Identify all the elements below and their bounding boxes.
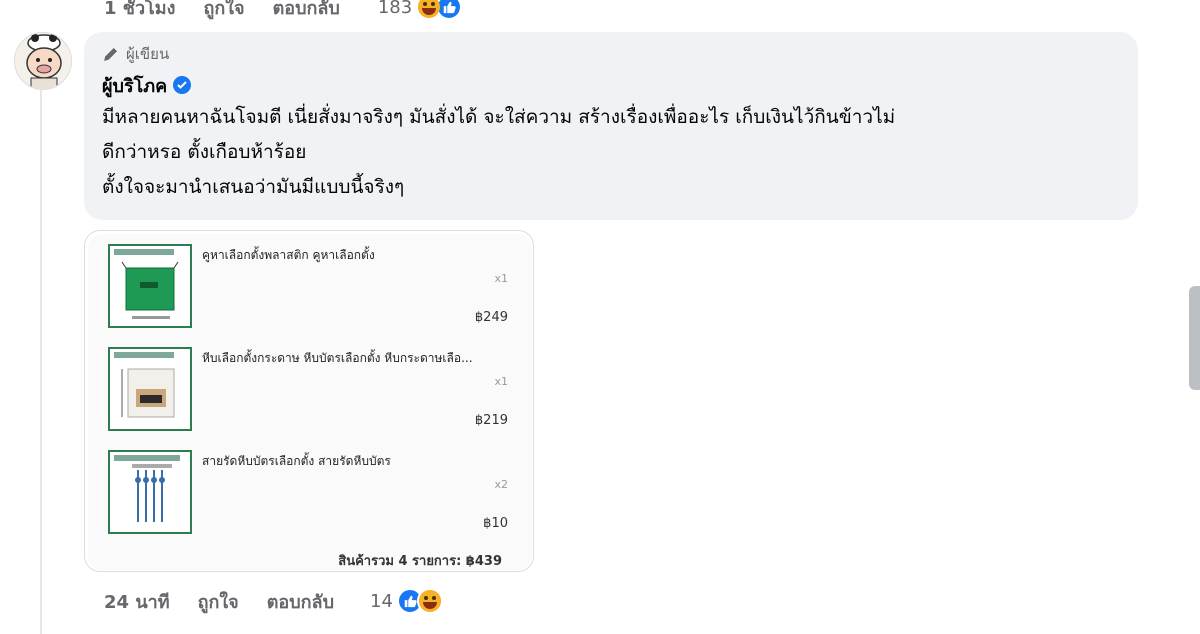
comment-time[interactable]: 24 นาที [104,587,170,616]
order-item: สายรัดหีบบัตรเลือกตั้ง สายรัดหีบบัตร x2 … [106,450,518,546]
item-name: หีบเลือกตั้งกระดาษ หีบบัตรเลือกตั้ง หีบก… [202,351,473,365]
comment-line-2: ดีกว่าหรอ ตั้งเกือบห้าร้อย [102,141,307,163]
thread-line [40,90,42,634]
item-name: คูหาเลือกตั้งพลาสติก คูหาเลือกตั้ง [202,248,375,262]
item-price: ฿249 [474,310,508,325]
avatar[interactable] [14,32,72,90]
top-reply-link[interactable]: ตอบกลับ [273,0,340,22]
ballot-box-seal-straps-thumbnail [108,450,192,534]
top-reactions[interactable] [416,0,463,20]
item-qty: x2 [494,478,508,491]
top-comment-actions: 1 ชั่วโมง ถูกใจ ตอบกลับ 183 [104,0,463,22]
item-qty: x1 [494,375,508,388]
attached-order-screenshot[interactable]: คูหาเลือกตั้งพลาสติก คูหาเลือกตั้ง x1 ฿2… [84,230,534,572]
pen-icon [104,47,118,61]
scrollbar[interactable] [1189,286,1200,390]
like-icon [436,0,463,20]
order-item: หีบเลือกตั้งกระดาษ หีบบัตรเลือกตั้ง หีบก… [106,347,518,443]
haha-icon [416,0,443,20]
comment-line-1: มีหลายคนหาฉันโจมตี เนี่ยสั่งมาจริงๆ มันส… [102,106,896,128]
green-voting-booth-thumbnail [108,244,192,328]
author-role-label: ผู้เขียน [126,45,170,63]
item-price: ฿219 [474,413,508,428]
item-qty: x1 [494,272,508,285]
item-price: ฿10 [483,516,508,531]
haha-icon [416,588,443,614]
order-summary: คูหาเลือกตั้งพลาสติก คูหาเลือกตั้ง x1 ฿2… [88,234,532,570]
paper-ballot-box-thumbnail [108,347,192,431]
comment-author[interactable]: ผู้บริโภค [102,71,167,100]
comment-reactions[interactable] [396,588,443,614]
comment-text: มีหลายคนหาฉันโจมตี เนี่ยสั่งมาจริงๆ มันส… [102,100,1120,205]
like-link[interactable]: ถูกใจ [198,587,239,616]
order-total: สินค้ารวม 4 รายการ: ฿439 [338,554,502,569]
order-item: คูหาเลือกตั้งพลาสติก คูหาเลือกตั้ง x1 ฿2… [106,244,518,340]
top-reaction-count[interactable]: 183 [378,0,412,18]
item-name: สายรัดหีบบัตรเลือกตั้ง สายรัดหีบบัตร [202,454,391,468]
comment-actions: 24 นาที ถูกใจ ตอบกลับ 14 [104,586,443,616]
top-comment-time[interactable]: 1 ชั่วโมง [104,0,175,22]
comment-bubble: ผู้เขียน ผู้บริโภค มีหลายคนหาฉันโจมตี เน… [84,32,1138,220]
top-like-link[interactable]: ถูกใจ [203,0,244,22]
reaction-count[interactable]: 14 [370,591,393,612]
reply-link[interactable]: ตอบกลับ [267,587,334,616]
verified-badge-icon [173,76,192,94]
author-role-row: ผู้เขียน [102,42,1120,66]
comment-line-3: ตั้งใจจะมานำเสนอว่ามันมีแบบนี้จริงๆ [102,176,405,198]
next-comment-cutoff [140,628,340,634]
